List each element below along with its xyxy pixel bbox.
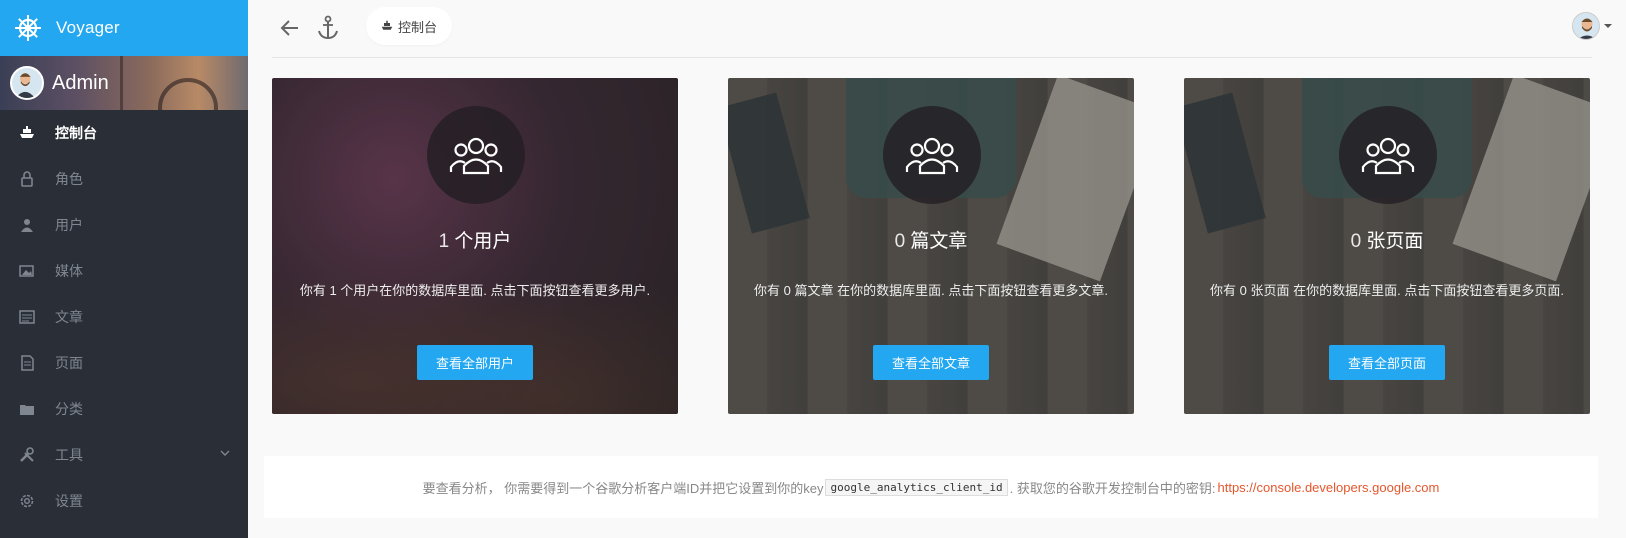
view-all-pages-button[interactable]: 查看全部页面 bbox=[1329, 345, 1445, 380]
boat-icon bbox=[18, 124, 36, 142]
profile-background-wheel bbox=[158, 78, 218, 110]
breadcrumb-label: 控制台 bbox=[398, 19, 438, 35]
analytics-notice: 要查看分析， 你需要得到一个谷歌分析客户端ID并把它设置到你的key googl… bbox=[264, 456, 1598, 518]
card-count: 0 bbox=[894, 231, 906, 252]
sidebar-item-dashboard[interactable]: 控制台 bbox=[0, 110, 248, 156]
sidebar-item-label: 媒体 bbox=[55, 263, 83, 279]
file-text-icon bbox=[18, 354, 36, 372]
sidebar-item-label: 页面 bbox=[55, 355, 83, 371]
anchor-icon[interactable] bbox=[316, 15, 340, 41]
google-console-link[interactable]: https://console.developers.google.com bbox=[1218, 480, 1440, 495]
sidebar-item-media[interactable]: 媒体 bbox=[0, 248, 248, 294]
card-description: 你有 0 张页面 在你的数据库里面. 点击下面按钮查看更多页面. bbox=[1210, 283, 1564, 298]
gear-icon bbox=[18, 492, 36, 510]
caret-down-icon bbox=[1604, 24, 1612, 28]
card-unit: 张页面 bbox=[1366, 231, 1424, 252]
chevron-down-icon bbox=[220, 450, 230, 456]
profile-panel[interactable]: Admin bbox=[0, 56, 248, 110]
card-description: 你有 1 个用户在你的数据库里面. 点击下面按钮查看更多用户. bbox=[299, 283, 651, 298]
view-all-users-button[interactable]: 查看全部用户 bbox=[417, 345, 533, 380]
card-unit: 个用户 bbox=[454, 231, 512, 252]
sidebar-item-roles[interactable]: 角色 bbox=[0, 156, 248, 202]
analytics-key-code: google_analytics_client_id bbox=[825, 478, 1008, 496]
card-description: 你有 0 篇文章 在你的数据库里面. 点击下面按钮查看更多文章. bbox=[754, 283, 1108, 298]
ship-wheel-icon bbox=[15, 15, 41, 41]
card-count: 1 bbox=[438, 231, 450, 252]
breadcrumb[interactable]: 控制台 bbox=[366, 7, 453, 45]
users-card: 1 个用户 你有 1 个用户在你的数据库里面. 点击下面按钮查看更多用户. 查看… bbox=[272, 78, 678, 414]
sidebar-item-label: 工具 bbox=[55, 447, 83, 463]
sidebar-item-posts[interactable]: 文章 bbox=[0, 294, 248, 340]
pages-card: 0 张页面 你有 0 张页面 在你的数据库里面. 点击下面按钮查看更多页面. 查… bbox=[1184, 78, 1590, 414]
group-icon bbox=[1339, 106, 1437, 204]
sidebar-item-tools[interactable]: 工具 bbox=[0, 432, 248, 478]
card-count: 0 bbox=[1350, 231, 1362, 252]
sidebar-item-pages[interactable]: 页面 bbox=[0, 340, 248, 386]
sidebar: Voyager Admin 控制台 角色 用户 媒体 文章 页面 分类 工具 设… bbox=[0, 0, 248, 538]
news-icon bbox=[18, 308, 36, 326]
analytics-text-after: . 获取您的谷歌开发控制台中的密钥: bbox=[1009, 480, 1216, 496]
profile-name: Admin bbox=[52, 71, 109, 94]
card-unit: 篇文章 bbox=[910, 231, 968, 252]
sidebar-item-users[interactable]: 用户 bbox=[0, 202, 248, 248]
topbar: 控制台 bbox=[248, 0, 1626, 58]
boat-icon bbox=[381, 20, 393, 30]
avatar bbox=[1572, 12, 1600, 40]
sidebar-item-label: 用户 bbox=[55, 217, 83, 233]
back-arrow-icon[interactable] bbox=[278, 16, 302, 40]
sidebar-item-label: 文章 bbox=[55, 309, 83, 325]
brand-header[interactable]: Voyager bbox=[0, 0, 248, 56]
dashboard-cards: 1 个用户 你有 1 个用户在你的数据库里面. 点击下面按钮查看更多用户. 查看… bbox=[272, 78, 1590, 414]
profile-background-mast bbox=[120, 56, 123, 110]
card-count-title: 1 个用户 bbox=[272, 226, 678, 253]
brand-name: Voyager bbox=[56, 18, 120, 37]
sidebar-item-label: 控制台 bbox=[55, 125, 97, 141]
group-icon bbox=[883, 106, 981, 204]
topbar-divider bbox=[272, 57, 1592, 58]
view-all-posts-button[interactable]: 查看全部文章 bbox=[873, 345, 989, 380]
images-icon bbox=[18, 262, 36, 280]
user-menu[interactable] bbox=[1572, 12, 1612, 40]
sidebar-item-label: 分类 bbox=[55, 401, 83, 417]
card-count-title: 0 篇文章 bbox=[728, 226, 1134, 253]
sidebar-item-settings[interactable]: 设置 bbox=[0, 478, 248, 524]
folder-icon bbox=[18, 400, 36, 418]
group-icon bbox=[427, 106, 525, 204]
sidebar-item-label: 设置 bbox=[55, 493, 83, 509]
tools-icon bbox=[18, 446, 36, 464]
card-count-title: 0 张页面 bbox=[1184, 226, 1590, 253]
lock-icon bbox=[18, 170, 36, 188]
sidebar-item-label: 角色 bbox=[55, 171, 83, 187]
sidebar-menu: 控制台 角色 用户 媒体 文章 页面 分类 工具 设置 bbox=[0, 110, 248, 524]
sidebar-item-categories[interactable]: 分类 bbox=[0, 386, 248, 432]
avatar bbox=[10, 66, 44, 100]
person-icon bbox=[18, 216, 36, 234]
posts-card: 0 篇文章 你有 0 篇文章 在你的数据库里面. 点击下面按钮查看更多文章. 查… bbox=[728, 78, 1134, 414]
analytics-text: 要查看分析， 你需要得到一个谷歌分析客户端ID并把它设置到你的key bbox=[422, 480, 824, 496]
